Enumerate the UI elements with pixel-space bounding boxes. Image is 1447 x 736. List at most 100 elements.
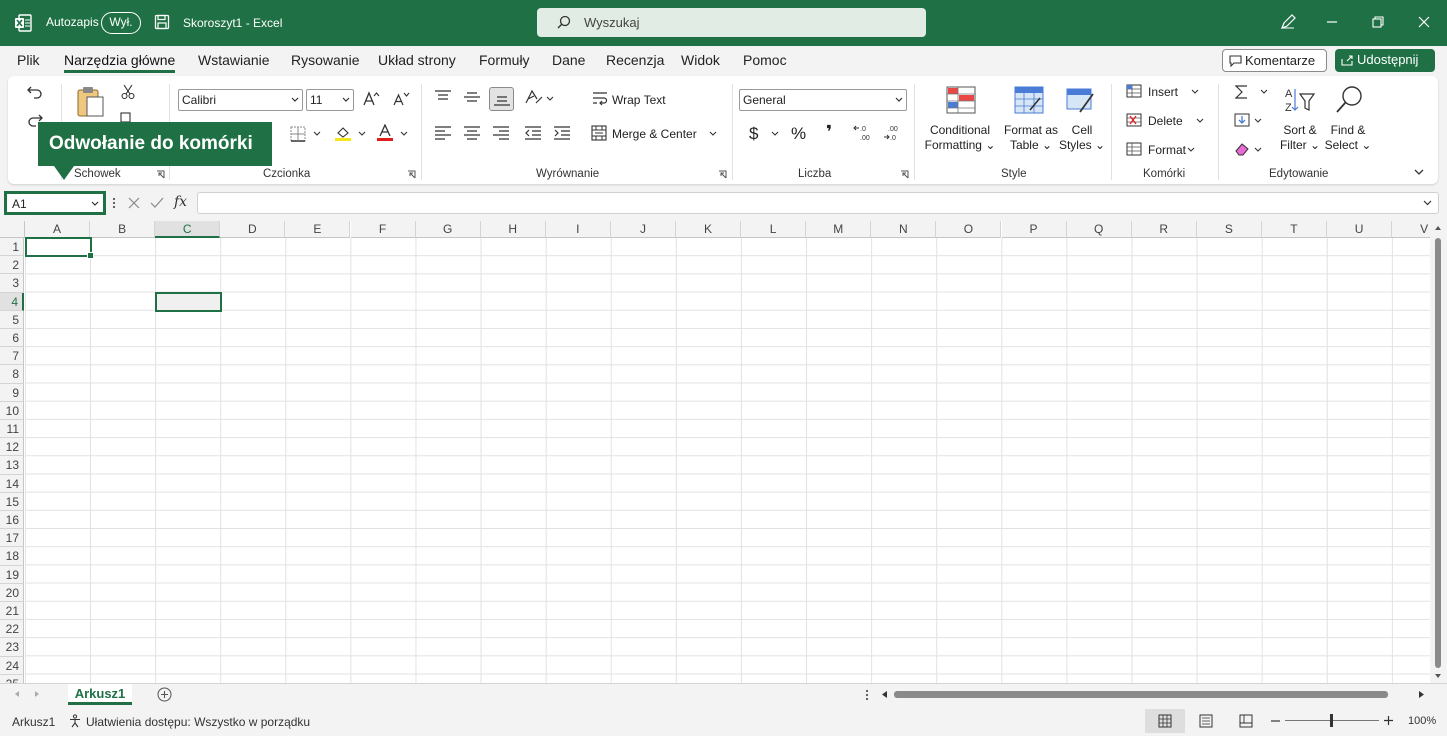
column-header-u[interactable]: U <box>1327 221 1393 238</box>
tab-draw[interactable]: Rysowanie <box>291 52 359 68</box>
dialog-launcher-icon[interactable] <box>156 170 165 179</box>
column-header-e[interactable]: E <box>285 221 351 238</box>
enter-check-icon[interactable] <box>150 197 164 209</box>
column-header-t[interactable]: T <box>1261 221 1327 238</box>
align-bottom-button[interactable] <box>489 87 514 111</box>
page-layout-view-button[interactable] <box>1186 709 1226 733</box>
column-header-n[interactable]: N <box>871 221 937 238</box>
decrease-indent-icon[interactable] <box>524 126 542 140</box>
name-box[interactable]: A1 <box>4 191 106 215</box>
fill-color-icon[interactable] <box>334 124 352 142</box>
delete-cells-icon[interactable] <box>1126 113 1142 127</box>
chevron-down-icon[interactable] <box>709 131 717 137</box>
comments-button[interactable]: Komentarze <box>1222 49 1327 72</box>
row-header-20[interactable]: 20 <box>0 583 24 602</box>
sheet-options-icon[interactable] <box>865 689 869 701</box>
horizontal-scrollbar[interactable] <box>880 688 1430 701</box>
tab-home[interactable]: Narzędzia główne <box>64 52 176 73</box>
scroll-right-icon[interactable] <box>1418 690 1425 699</box>
sort-filter-icon[interactable]: AZ <box>1284 86 1316 114</box>
cells-area[interactable] <box>25 238 1430 683</box>
row-header-8[interactable]: 8 <box>0 365 24 384</box>
wrap-text-label[interactable]: Wrap Text <box>612 93 666 107</box>
dialog-launcher-icon[interactable] <box>407 170 416 179</box>
accessibility-icon[interactable] <box>68 714 82 728</box>
column-header-b[interactable]: B <box>90 221 156 238</box>
restore-icon[interactable] <box>1368 12 1388 32</box>
sheet-tab-arkusz1[interactable]: Arkusz1 <box>68 684 132 705</box>
cut-icon[interactable] <box>120 84 136 100</box>
row-header-4[interactable]: 4 <box>0 292 24 311</box>
tab-data[interactable]: Dane <box>552 52 585 68</box>
format-as-table-icon[interactable] <box>1014 86 1044 114</box>
tab-insert[interactable]: Wstawianie <box>198 52 270 68</box>
undo-icon[interactable] <box>26 84 44 100</box>
sort-filter-button[interactable]: Sort & Filter ⌄ <box>1276 123 1324 153</box>
insert-label[interactable]: Insert <box>1148 85 1178 99</box>
conditional-formatting-button[interactable]: Conditional Formatting ⌄ <box>920 123 1000 153</box>
chevron-down-icon[interactable] <box>1260 89 1268 95</box>
align-top-icon[interactable] <box>434 90 452 104</box>
increase-decimal-icon[interactable]: .0.00 <box>853 124 873 142</box>
format-label[interactable]: Format <box>1148 143 1186 157</box>
find-select-icon[interactable] <box>1334 85 1364 115</box>
font-name-select[interactable]: Calibri <box>178 89 303 111</box>
column-header-h[interactable]: H <box>480 221 546 238</box>
row-header-5[interactable]: 5 <box>0 310 24 329</box>
column-header-a[interactable]: A <box>25 221 91 238</box>
dialog-launcher-icon[interactable] <box>900 170 909 179</box>
row-header-16[interactable]: 16 <box>0 511 24 530</box>
tab-help[interactable]: Pomoc <box>743 52 787 68</box>
find-select-button[interactable]: Find & Select ⌄ <box>1324 123 1372 153</box>
currency-format-button[interactable]: $ <box>749 124 758 144</box>
tab-formulas[interactable]: Formuły <box>479 52 530 68</box>
zoom-out-icon[interactable] <box>1271 720 1280 722</box>
more-options-icon[interactable] <box>112 197 116 209</box>
column-header-c[interactable]: C <box>155 221 221 238</box>
save-icon[interactable] <box>154 14 170 30</box>
paste-icon[interactable] <box>74 84 106 118</box>
row-header-15[interactable]: 15 <box>0 492 24 511</box>
cell-styles-button[interactable]: Cell Styles ⌄ <box>1056 123 1108 153</box>
column-header-q[interactable]: Q <box>1066 221 1132 238</box>
font-color-icon[interactable] <box>376 124 394 142</box>
zoom-level[interactable]: 100% <box>1408 715 1436 727</box>
comma-style-button[interactable]: ❜ <box>826 122 832 143</box>
chevron-down-icon[interactable] <box>1254 147 1262 153</box>
row-header-18[interactable]: 18 <box>0 547 24 566</box>
chevron-down-icon[interactable] <box>400 131 408 137</box>
chevron-down-icon[interactable] <box>1191 89 1199 95</box>
autosum-icon[interactable] <box>1234 84 1250 100</box>
orientation-icon[interactable] <box>524 89 544 107</box>
minimize-icon[interactable] <box>1322 12 1342 32</box>
vertical-scroll-thumb[interactable] <box>1435 238 1441 668</box>
conditional-formatting-icon[interactable] <box>946 86 976 114</box>
chevron-down-icon[interactable] <box>313 131 321 137</box>
column-header-m[interactable]: M <box>806 221 872 238</box>
column-header-s[interactable]: S <box>1196 221 1262 238</box>
vertical-scrollbar[interactable] <box>1430 221 1447 683</box>
column-header-p[interactable]: P <box>1001 221 1067 238</box>
row-header-3[interactable]: 3 <box>0 274 24 293</box>
format-cells-icon[interactable] <box>1126 142 1142 156</box>
row-header-2[interactable]: 2 <box>0 256 24 275</box>
search-box[interactable]: Wyszukaj <box>537 8 926 37</box>
chevron-down-icon[interactable] <box>1254 118 1262 124</box>
add-sheet-icon[interactable] <box>157 687 172 702</box>
row-header-17[interactable]: 17 <box>0 529 24 548</box>
row-header-10[interactable]: 10 <box>0 401 24 420</box>
tab-file[interactable]: Plik <box>17 52 40 68</box>
column-header-r[interactable]: R <box>1131 221 1197 238</box>
column-header-f[interactable]: F <box>350 221 416 238</box>
column-header-i[interactable]: I <box>545 221 611 238</box>
column-header-o[interactable]: O <box>936 221 1002 238</box>
chevron-down-icon[interactable] <box>1196 118 1204 124</box>
borders-icon[interactable] <box>290 126 308 142</box>
page-break-view-button[interactable] <box>1226 709 1266 733</box>
row-header-12[interactable]: 12 <box>0 438 24 457</box>
insert-cells-icon[interactable] <box>1126 84 1142 98</box>
align-middle-icon[interactable] <box>463 91 481 105</box>
fill-icon[interactable] <box>1234 113 1250 127</box>
merge-center-icon[interactable] <box>591 125 607 141</box>
row-header-22[interactable]: 22 <box>0 620 24 639</box>
